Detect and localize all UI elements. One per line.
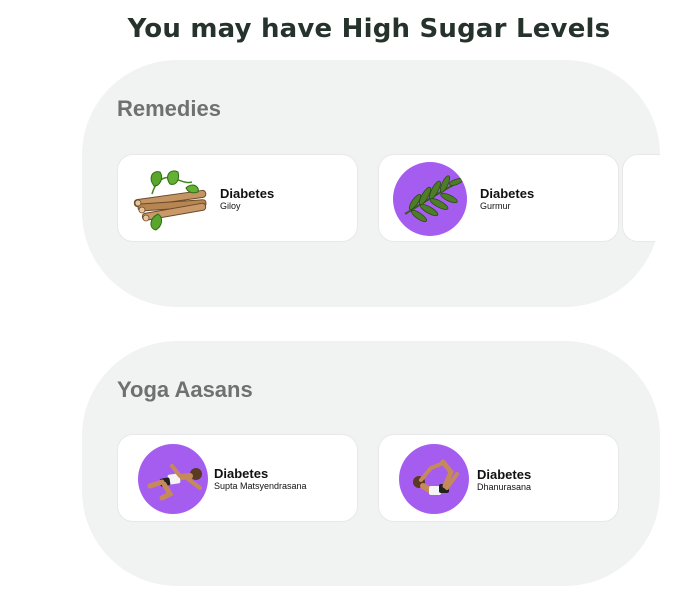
yoga-aasans-section: Yoga Aasans Diabetes Supta Matsyendrasan… bbox=[82, 341, 660, 586]
remedy-card-giloy[interactable]: Diabetes Giloy bbox=[117, 154, 358, 242]
gurmur-leaf-icon bbox=[393, 162, 467, 236]
page-title: You may have High Sugar Levels bbox=[127, 14, 611, 44]
yoga-card-supta-matsyendrasana[interactable]: Diabetes Supta Matsyendrasana bbox=[117, 434, 358, 522]
remedy-card-subtitle: Giloy bbox=[220, 201, 241, 211]
supta-matsyendrasana-pose-icon bbox=[138, 444, 208, 514]
remedy-card-subtitle: Gurmur bbox=[480, 201, 511, 211]
yoga-aasans-heading: Yoga Aasans bbox=[117, 377, 253, 402]
yoga-card-dhanurasana[interactable]: Diabetes Dhanurasana bbox=[378, 434, 619, 522]
yoga-card-title: Diabetes bbox=[477, 467, 532, 482]
yoga-card-title: Diabetes bbox=[214, 466, 269, 481]
remedies-heading: Remedies bbox=[117, 96, 221, 121]
remedy-card-title: Diabetes bbox=[480, 186, 535, 201]
remedies-section: Remedies Diabetes Giloy Diabetes Gurmur bbox=[82, 60, 660, 307]
remedy-card-next-peek[interactable] bbox=[622, 154, 660, 242]
remedy-card-title: Diabetes bbox=[220, 186, 275, 201]
yoga-card-subtitle: Supta Matsyendrasana bbox=[214, 481, 307, 491]
yoga-card-subtitle: Dhanurasana bbox=[477, 482, 532, 492]
dhanurasana-pose-icon bbox=[399, 444, 469, 514]
remedy-card-gurmur[interactable]: Diabetes Gurmur bbox=[378, 154, 619, 242]
giloy-stem-icon bbox=[130, 162, 208, 236]
